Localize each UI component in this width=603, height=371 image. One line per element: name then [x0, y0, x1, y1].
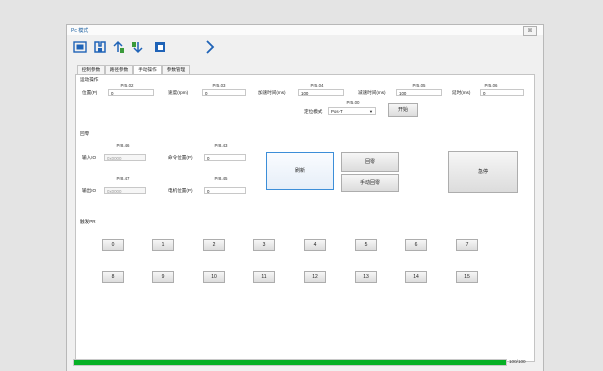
trigger-pr-header: 触发PR: [80, 219, 96, 224]
decel-input[interactable]: 100: [396, 89, 442, 96]
cmd-pos-label: 命令位置(P): [168, 155, 193, 160]
trigger-pr-button-4[interactable]: 4: [304, 239, 326, 251]
position-code: Pr5.02: [120, 83, 134, 88]
cmd-pos-code: Pr8.43: [214, 143, 228, 148]
trigger-pr-button-0[interactable]: 0: [102, 239, 124, 251]
decel-code: Pr5.05: [412, 83, 426, 88]
delay-label: 延时(ms): [452, 90, 471, 95]
trigger-pr-button-8[interactable]: 8: [102, 271, 124, 283]
position-label: 位置(P): [82, 90, 98, 95]
jog-header: 运动操作: [80, 77, 99, 82]
upload-icon[interactable]: [111, 40, 125, 54]
accel-input[interactable]: 100: [298, 89, 344, 96]
trigger-pr-button-2[interactable]: 2: [203, 239, 225, 251]
mode-label: 定位模式: [304, 109, 323, 114]
motor-pos-label: 电机位置(P): [168, 188, 193, 193]
mode-code: Pr5.00: [346, 100, 360, 105]
app-window: Pc 模式 ☒ 控制参数 路径参数 手动操作 参数管理 运动操作 Pr5.02 …: [66, 24, 544, 371]
trigger-pr-button-15[interactable]: 15: [456, 271, 478, 283]
trigger-pr-button-9[interactable]: 9: [152, 271, 174, 283]
title-bar: Pc 模式 ☒: [67, 25, 543, 36]
save-icon[interactable]: [93, 40, 107, 54]
cmd-pos-field: 0: [204, 154, 246, 161]
delay-input[interactable]: 0: [480, 89, 524, 96]
progress-fill: [74, 360, 506, 365]
manual-home-button[interactable]: 手动回零: [341, 174, 399, 192]
trigger-pr-button-7[interactable]: 7: [456, 239, 478, 251]
input-io-label: 输入IO: [82, 155, 97, 160]
window-title: Pc 模式: [71, 28, 89, 34]
delay-code: Pr5.06: [484, 83, 498, 88]
speed-code: Pr5.03: [212, 83, 226, 88]
refresh-button[interactable]: 刷新: [266, 152, 334, 190]
trigger-pr-button-14[interactable]: 14: [405, 271, 427, 283]
input-io-code: Pr8.46: [116, 143, 130, 148]
output-io-label: 输出IO: [82, 188, 97, 193]
decel-label: 减速时间(ms): [358, 90, 386, 95]
download-icon[interactable]: [131, 40, 145, 54]
manual-operation-panel: 运动操作 Pr5.02 位置(P) 0 Pr5.03 速度(rpm) 0 Pr5…: [75, 74, 535, 362]
trigger-pr-button-3[interactable]: 3: [253, 239, 275, 251]
motor-pos-code: Pr8.45: [214, 176, 228, 181]
progress-text: 100/100: [509, 359, 526, 364]
close-button[interactable]: ☒: [523, 26, 537, 36]
start-button[interactable]: 开始: [388, 103, 418, 117]
estop-button[interactable]: 急停: [448, 151, 518, 193]
trigger-pr-button-5[interactable]: 5: [355, 239, 377, 251]
open-icon[interactable]: [73, 40, 87, 54]
trigger-pr-button-13[interactable]: 13: [355, 271, 377, 283]
accel-code: Pr5.04: [310, 83, 324, 88]
trigger-pr-button-11[interactable]: 11: [253, 271, 275, 283]
mode-select-value: Pos-T: [331, 109, 343, 114]
next-icon[interactable]: [203, 40, 217, 54]
position-input[interactable]: 0: [108, 89, 154, 96]
motor-pos-field: 0: [204, 187, 246, 194]
trigger-pr-button-6[interactable]: 6: [405, 239, 427, 251]
speed-input[interactable]: 0: [202, 89, 246, 96]
trigger-pr-button-1[interactable]: 1: [152, 239, 174, 251]
trigger-pr-button-12[interactable]: 12: [304, 271, 326, 283]
bookmark-icon[interactable]: [153, 40, 167, 54]
accel-label: 加速时间(ms): [258, 90, 286, 95]
input-io-field: 0x0000: [104, 154, 146, 161]
progress-bar: [73, 359, 507, 366]
home-button[interactable]: 回零: [341, 152, 399, 172]
speed-label: 速度(rpm): [168, 90, 189, 95]
mode-select[interactable]: Pos-T ▼: [328, 107, 376, 115]
output-io-field: 0x0000: [104, 187, 146, 194]
chevron-down-icon: ▼: [369, 109, 373, 114]
homing-header: 回零: [80, 131, 90, 136]
output-io-code: Pr8.47: [116, 176, 130, 181]
toolbar: [67, 38, 543, 58]
trigger-pr-button-10[interactable]: 10: [203, 271, 225, 283]
